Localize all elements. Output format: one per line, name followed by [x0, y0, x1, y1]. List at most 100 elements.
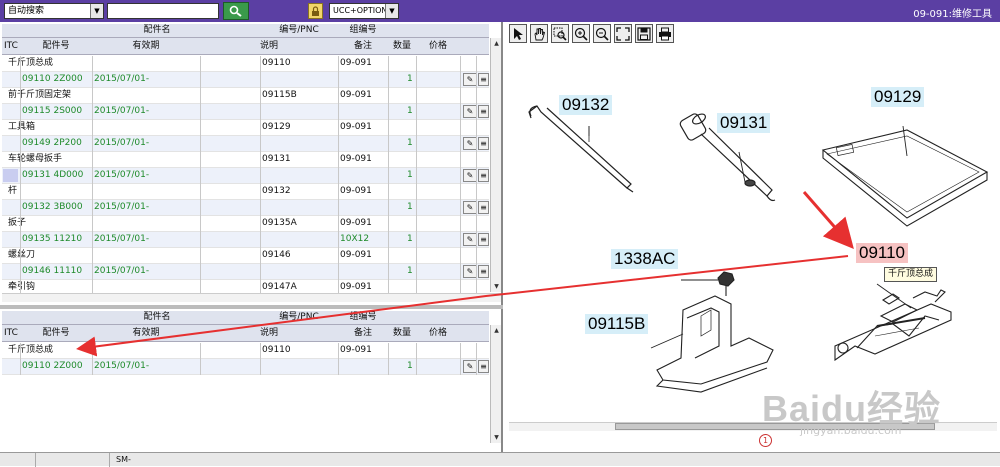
parts-grid-bottom: 配件名 编号/PNC 组编号 ITC 配件号 有效期 说明 备注 数量 价格 千…	[2, 311, 489, 441]
header-note[interactable]: 备注	[338, 38, 388, 54]
header-qty[interactable]: 数量	[388, 38, 416, 54]
print-icon	[659, 27, 671, 40]
detail-icon[interactable]: ≡	[478, 137, 489, 150]
part-name: 千斤顶总成	[8, 58, 54, 68]
scroll-down-icon[interactable]: ▼	[492, 282, 501, 291]
header-desc[interactable]: 说明	[200, 325, 338, 341]
scroll-up-icon[interactable]: ▲	[492, 39, 501, 48]
option-select[interactable]: UCC+OPTION ▼	[329, 3, 399, 19]
header-qty[interactable]: 数量	[388, 325, 416, 341]
scroll-up-icon[interactable]: ▲	[492, 326, 501, 335]
detail-icon[interactable]: ≡	[478, 105, 489, 118]
edit-icon[interactable]: ✎	[463, 169, 477, 182]
part-number: 09146 11110	[22, 266, 83, 276]
detail-icon[interactable]: ≡	[478, 73, 489, 86]
search-mode-select[interactable]: 自动搜索 ▼	[4, 3, 104, 19]
callout-09131[interactable]: 09131	[717, 113, 771, 133]
callout-1338AC[interactable]: 1338AC	[611, 249, 679, 269]
pan-button[interactable]	[530, 24, 548, 43]
zoom-in-icon	[574, 27, 588, 41]
page-marker-badge[interactable]: 1	[759, 434, 772, 447]
vertical-scrollbar[interactable]: ▲ ▼	[490, 325, 501, 443]
chevron-down-icon[interactable]: ▼	[90, 4, 103, 18]
top-toolbar: 自动搜索 ▼ UCC+OPTION ▼ 09-091:维修工具	[0, 0, 1000, 22]
scroll-down-icon[interactable]: ▼	[492, 433, 501, 442]
part-pnc: 09110	[262, 58, 291, 68]
edit-icon[interactable]: ✎	[463, 360, 477, 373]
part-pnc: 09115B	[262, 90, 297, 100]
part-qty: 1	[407, 202, 413, 212]
header-price[interactable]: 价格	[416, 38, 460, 54]
zoom-in-button[interactable]	[572, 24, 590, 43]
edit-icon[interactable]: ✎	[463, 105, 477, 118]
header-desc[interactable]: 说明	[200, 38, 338, 54]
fit-view-button[interactable]	[614, 24, 632, 43]
watermark-url: jingyan.baidu.com	[800, 424, 902, 437]
scissor-jack-drawing	[834, 289, 952, 362]
panel-splitter[interactable]	[0, 305, 503, 309]
detail-icon[interactable]: ≡	[478, 169, 489, 182]
header-pnc[interactable]: 编号/PNC	[260, 311, 338, 324]
callout-09115B[interactable]: 09115B	[585, 314, 649, 334]
save-button[interactable]	[635, 24, 653, 43]
edit-icon[interactable]: ✎	[463, 201, 477, 214]
part-name: 螺丝刀	[8, 250, 36, 260]
edit-icon[interactable]: ✎	[463, 265, 477, 278]
part-name: 千斤顶总成	[8, 345, 54, 355]
part-validity: 2015/07/01-	[94, 361, 150, 371]
header-group-no[interactable]: 组编号	[339, 24, 387, 37]
header-pnc[interactable]: 编号/PNC	[260, 24, 338, 37]
pointer-icon	[514, 27, 523, 40]
header-part-no[interactable]: 配件号	[20, 325, 92, 341]
page-title: 09-091:维修工具	[913, 9, 992, 20]
detail-icon[interactable]: ≡	[478, 360, 489, 373]
hand-icon	[534, 27, 546, 40]
edit-icon[interactable]: ✎	[463, 137, 477, 150]
part-validity: 2015/07/01-	[94, 266, 150, 276]
callout-09132[interactable]: 09132	[559, 95, 613, 115]
horizontal-scrollbar[interactable]	[2, 293, 501, 302]
search-input[interactable]	[107, 3, 219, 19]
header-note[interactable]: 备注	[338, 325, 388, 341]
header-part-name[interactable]: 配件名	[92, 311, 222, 324]
part-number: 09110 2Z000	[22, 361, 83, 371]
zoom-out-button[interactable]	[593, 24, 611, 43]
fit-view-icon	[616, 26, 630, 41]
pointer-button[interactable]	[509, 24, 527, 43]
edit-icon[interactable]: ✎	[463, 73, 477, 86]
part-validity: 2015/07/01-	[94, 106, 150, 116]
header-validity[interactable]: 有效期	[92, 325, 200, 341]
lock-button[interactable]	[308, 3, 323, 19]
grid-header-group: 配件名 编号/PNC 组编号	[2, 311, 489, 325]
vertical-scrollbar[interactable]: ▲ ▼	[490, 38, 501, 292]
part-group: 09-091	[340, 154, 372, 164]
detail-icon[interactable]: ≡	[478, 265, 489, 278]
part-number: 09115 2S000	[22, 106, 83, 116]
chevron-down-icon[interactable]: ▼	[385, 4, 398, 18]
detail-icon[interactable]: ≡	[478, 233, 489, 246]
search-button[interactable]	[223, 2, 249, 20]
callout-09129[interactable]: 09129	[871, 87, 925, 107]
part-qty: 1	[407, 74, 413, 84]
callout-09110[interactable]: 09110	[856, 243, 909, 263]
edit-icon[interactable]: ✎	[463, 233, 477, 246]
header-part-no[interactable]: 配件号	[20, 38, 92, 54]
jack-bracket-drawing	[655, 295, 774, 393]
zoom-out-icon	[595, 27, 609, 41]
search-icon	[229, 5, 242, 17]
header-group-no[interactable]: 组编号	[339, 311, 387, 324]
header-itc[interactable]: ITC	[2, 325, 20, 341]
search-mode-value: 自动搜索	[8, 6, 45, 16]
detail-icon[interactable]: ≡	[478, 201, 489, 214]
part-qty: 1	[407, 361, 413, 371]
header-price[interactable]: 价格	[416, 325, 460, 341]
part-group: 09-091	[340, 58, 372, 68]
part-validity: 2015/07/01-	[94, 170, 150, 180]
header-validity[interactable]: 有效期	[92, 38, 200, 54]
header-itc[interactable]: ITC	[2, 38, 20, 54]
header-part-name[interactable]: 配件名	[92, 24, 222, 37]
part-pnc: 09129	[262, 122, 291, 132]
print-button[interactable]	[656, 24, 674, 43]
zoom-area-button[interactable]	[551, 24, 569, 43]
part-number: 09135 11210	[22, 234, 83, 244]
